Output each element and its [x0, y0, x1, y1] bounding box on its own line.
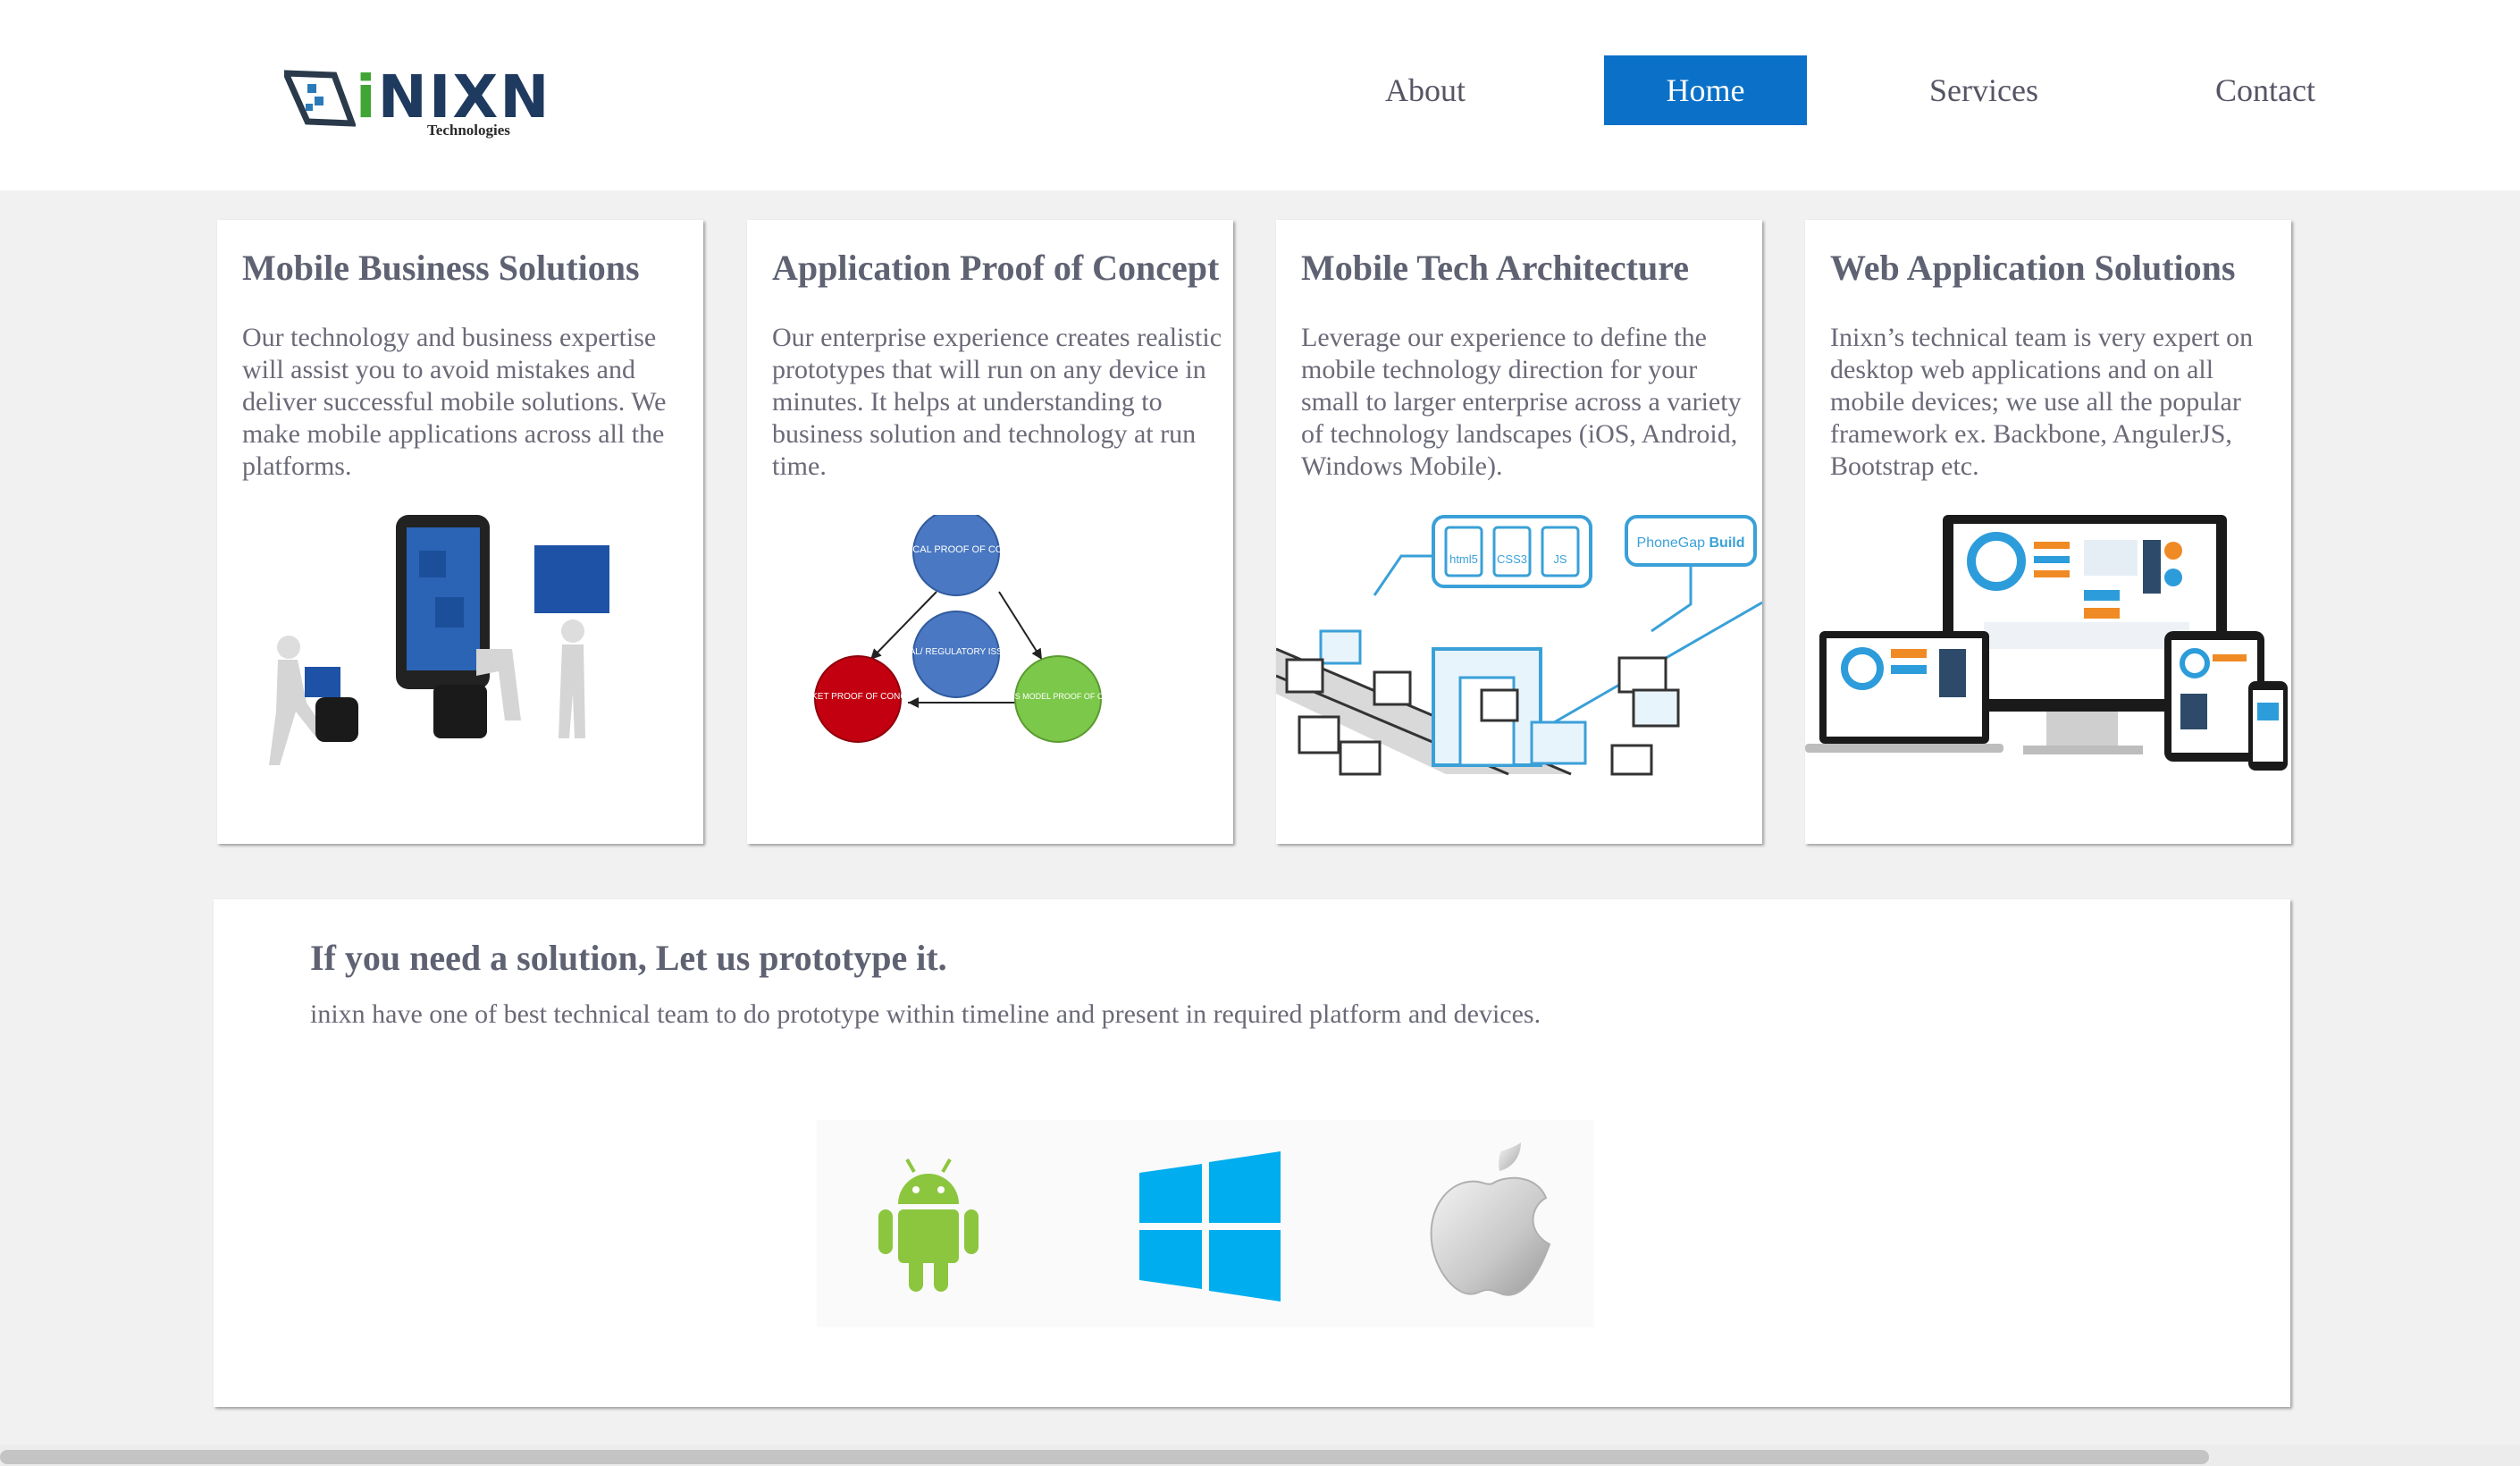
- card-text: Our enterprise experience creates realis…: [772, 323, 1222, 481]
- apple-icon: [1430, 1142, 1551, 1296]
- card-tech-architecture: Mobile Tech Architecture Leverage our ex…: [1276, 220, 1762, 844]
- file-js: JS: [1553, 552, 1567, 566]
- nav-contact[interactable]: Contact: [2189, 55, 2341, 125]
- nav-home[interactable]: Home: [1604, 55, 1807, 125]
- card-title: Mobile Business Solutions: [242, 248, 640, 288]
- card-text: Leverage our experience to define the mo…: [1301, 323, 1742, 481]
- logo-tablet-icon: [284, 70, 356, 127]
- card-proof-of-concept: Application Proof of Concept Our enterpr…: [747, 220, 1233, 844]
- responsive-devices-illustration: [1805, 515, 2288, 771]
- card-text: Inixn’s technical team is very expert on…: [1830, 323, 2254, 481]
- prototype-panel: If you need a solution, Let us prototype…: [214, 899, 2290, 1407]
- card-title: Web Application Solutions: [1830, 248, 2236, 288]
- poc-cycle-diagram: TECHNICAL PROOF OF CONCEPT LEGAL/ REGULA…: [792, 515, 1137, 743]
- build-pipeline-illustration: html5 CSS3 JS PhoneGap Build: [1276, 515, 1762, 776]
- logo-wordmark: iNIXN: [356, 63, 551, 131]
- puzzle-phone-illustration: [269, 515, 609, 765]
- prototype-heading: If you need a solution, Let us prototype…: [310, 938, 947, 978]
- diagram-node-technical: TECHNICAL PROOF OF CONCEPT: [876, 544, 1037, 555]
- card-web-applications: Web Application Solutions Inixn’s techni…: [1805, 220, 2291, 844]
- diagram-node-business: BUSINESS MODEL PROOF OF CONCEPT: [979, 692, 1137, 701]
- file-html5: html5: [1449, 552, 1478, 566]
- diagram-node-market: MARKET PROOF OF CONCEPT: [792, 692, 924, 702]
- diagram-node-legal: LEGAL/ REGULATORY ISSUES: [892, 647, 1021, 657]
- card-title: Application Proof of Concept: [772, 248, 1220, 288]
- platform-logos: [817, 1120, 1594, 1327]
- card-title: Mobile Tech Architecture: [1301, 248, 1690, 288]
- file-css3: CSS3: [1497, 552, 1527, 566]
- inixn-logo[interactable]: iNIXN Technologies: [284, 64, 550, 141]
- android-icon: [878, 1158, 979, 1292]
- nav-about[interactable]: About: [1349, 55, 1501, 125]
- card-mobile-business: Mobile Business Solutions Our technology…: [217, 220, 703, 844]
- phonegap-build-label: PhoneGap Build: [1637, 535, 1745, 551]
- prototype-text: inixn have one of best technical team to…: [310, 999, 1541, 1029]
- card-text: Our technology and business expertise wi…: [242, 323, 667, 481]
- logo-tagline: Technologies: [427, 122, 510, 139]
- windows-icon: [1139, 1151, 1281, 1302]
- nav-services[interactable]: Services: [1903, 55, 2064, 125]
- scrollbar-thumb[interactable]: [0, 1450, 2209, 1464]
- site-header: iNIXN Technologies About Home Services C…: [0, 0, 2520, 190]
